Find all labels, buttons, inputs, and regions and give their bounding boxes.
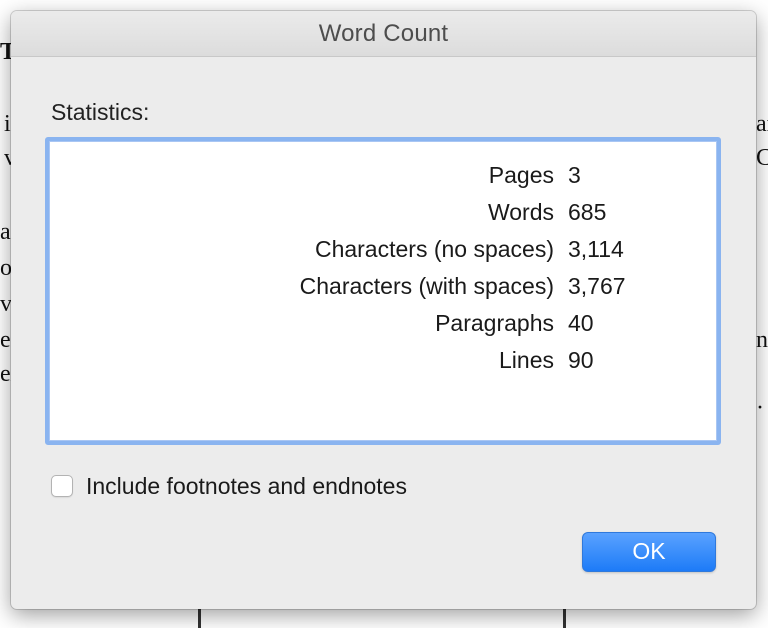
- word-count-dialog: Word Count Statistics: Pages 3 Words 685…: [11, 11, 756, 609]
- stat-value: 3,114: [568, 236, 624, 262]
- statistics-label: Statistics:: [51, 99, 150, 125]
- stat-value: 40: [568, 310, 594, 336]
- stat-label: Pages: [488, 162, 554, 188]
- stat-row-paragraphs: Paragraphs 40: [49, 310, 717, 347]
- dialog-title: Word Count: [318, 20, 449, 47]
- stat-value: 3: [568, 162, 581, 188]
- stat-label: Paragraphs: [435, 310, 554, 336]
- stat-value: 685: [568, 199, 607, 225]
- stat-value: 90: [568, 347, 594, 373]
- doc-text-fragment: ar: [756, 111, 768, 137]
- stat-row-lines: Lines 90: [49, 347, 717, 384]
- include-footnotes-checkbox[interactable]: [51, 475, 73, 497]
- statistics-panel[interactable]: Pages 3 Words 685 Characters (no spaces)…: [45, 137, 721, 445]
- stat-label: Lines: [499, 347, 554, 373]
- doc-text-fragment: i: [4, 111, 11, 137]
- ok-button[interactable]: OK: [582, 532, 716, 572]
- stat-value: 3,767: [568, 273, 626, 299]
- stat-row-pages: Pages 3: [49, 162, 717, 199]
- stat-label: Words: [487, 199, 554, 225]
- stat-label: Characters (no spaces): [314, 236, 554, 262]
- include-footnotes-option[interactable]: Include footnotes and endnotes: [51, 471, 407, 501]
- doc-text-fragment: C: [756, 145, 768, 171]
- doc-text-fragment: e: [0, 327, 11, 353]
- stat-row-characters-with-spaces: Characters (with spaces) 3,767: [49, 273, 717, 310]
- stat-row-characters-no-spaces: Characters (no spaces) 3,114: [49, 236, 717, 273]
- doc-text-fragment: ·: [756, 395, 764, 421]
- stat-row-words: Words 685: [49, 199, 717, 236]
- doc-text-fragment: n: [756, 327, 768, 353]
- dialog-titlebar: Word Count: [11, 11, 756, 57]
- include-footnotes-label[interactable]: Include footnotes and endnotes: [86, 473, 407, 500]
- stat-label: Characters (with spaces): [299, 273, 554, 299]
